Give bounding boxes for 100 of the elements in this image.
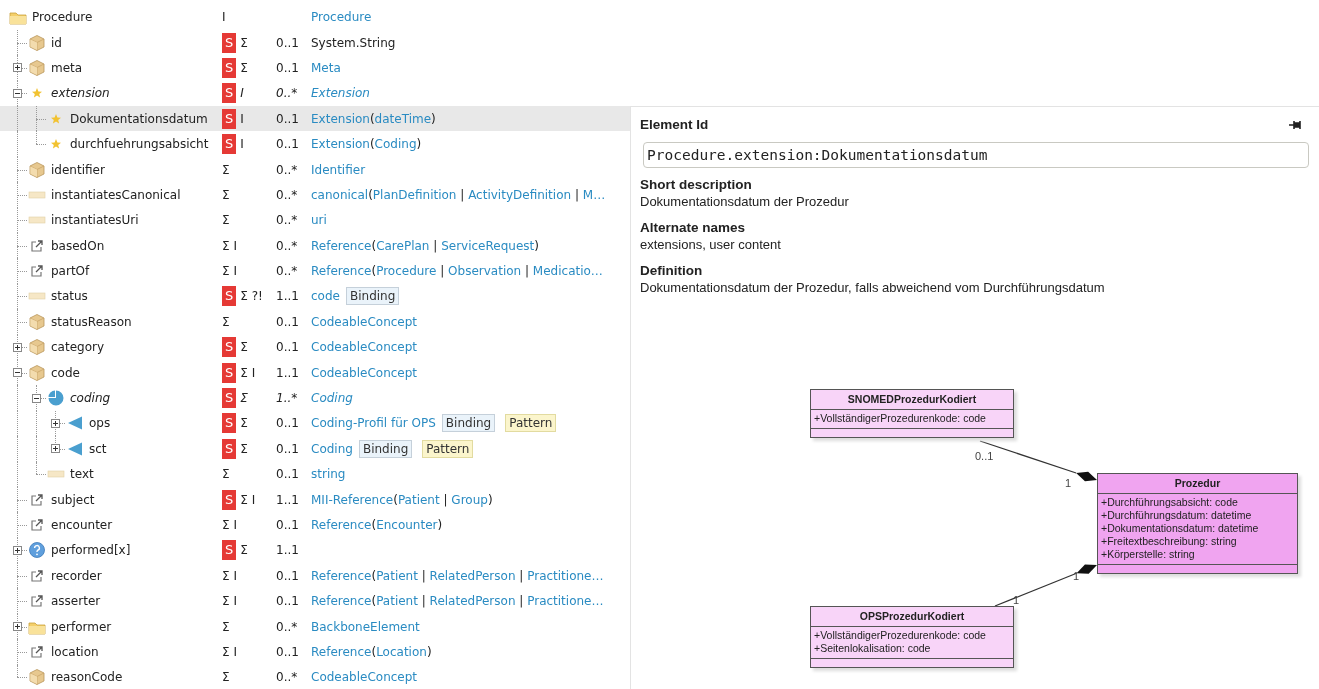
tree-row[interactable]: ops S Σ 0..1 Coding-Profil für OPS Binding Pattern	[0, 410, 630, 437]
expand-toggle[interactable]	[13, 545, 22, 555]
type-link[interactable]: RelatedPerson	[429, 594, 516, 609]
class-attribute: +Seitenlokalisation: code	[814, 642, 932, 655]
type-link[interactable]: Patient	[376, 594, 418, 609]
type-link[interactable]: Extension	[311, 137, 370, 152]
data-type: Reference(Encounter)	[311, 518, 443, 532]
tree-row[interactable]: performer Σ 0..* BackboneElement	[0, 613, 630, 640]
type-link[interactable]: ActivityDefinition	[468, 187, 572, 202]
tree-row[interactable]: recorder Σ I 0..1 Reference(Patient | RelatedPerson | Practitione…	[0, 563, 630, 589]
tree-row[interactable]: instantiatesUri Σ 0..* uri	[0, 207, 630, 233]
type-link[interactable]: string	[311, 467, 346, 482]
type-link[interactable]: CarePlan	[376, 238, 430, 253]
type-link[interactable]: canonical	[311, 187, 369, 202]
expand-toggle[interactable]	[51, 418, 60, 428]
expand-toggle[interactable]	[13, 342, 22, 352]
expand-toggle[interactable]	[51, 444, 60, 454]
type-link[interactable]: Extension	[311, 111, 370, 126]
pin-icon[interactable]	[1289, 119, 1303, 130]
tree-row[interactable]: sct S Σ 0..1 Coding Binding Pattern	[0, 436, 630, 462]
type-link[interactable]: Identifier	[311, 162, 366, 177]
pattern-tag[interactable]: Pattern	[422, 439, 474, 458]
type-link[interactable]: Observation	[448, 264, 522, 279]
tree-row[interactable]: basedOn Σ I 0..* Reference(CarePlan | ServiceRequest)	[0, 233, 630, 259]
element-name: sct	[89, 441, 107, 456]
type-link[interactable]: Reference	[311, 644, 372, 659]
must-support-flag: S	[222, 362, 237, 383]
collapse-toggle[interactable]	[13, 88, 22, 98]
tree-row[interactable]: code S Σ I 1..1 CodeableConcept	[0, 359, 630, 386]
expand-toggle[interactable]	[13, 63, 22, 73]
type-link[interactable]: Coding	[311, 391, 353, 406]
type-link[interactable]: ServiceRequest	[441, 238, 535, 253]
class-attribute: +Durchführungsabsicht: code	[1101, 496, 1239, 509]
type-link[interactable]: Reference	[311, 594, 372, 609]
tree-row[interactable]: instantiatesCanonical Σ 0..* canonical(PlanDefinition | ActivityDefinition | M…	[0, 182, 630, 208]
type-link[interactable]: Reference	[311, 264, 372, 279]
section-text: extensions, user content	[640, 236, 782, 253]
tree-row[interactable]: location Σ I 0..1 Reference(Location)	[0, 639, 630, 665]
type-link[interactable]: M…	[582, 187, 606, 202]
type-link[interactable]: BackboneElement	[311, 619, 420, 634]
tree-row[interactable]: asserter Σ I 0..1 Reference(Patient | RelatedPerson | Practitione…	[0, 588, 630, 614]
tree-row[interactable]: id S Σ 0..1 System.String	[0, 29, 630, 56]
element-name: category	[51, 340, 105, 355]
tree-row[interactable]: meta S Σ 0..1 Meta	[0, 55, 630, 81]
type-link[interactable]: PlanDefinition	[372, 187, 457, 202]
tree-row[interactable]: Dokumentationsdatum S I 0..1 Extension(dateTime)	[0, 106, 630, 132]
tree-row[interactable]: text Σ 0..1 string	[0, 461, 630, 487]
tree-row[interactable]: durchfuehrungsabsicht S I 0..1 Extension(Coding)	[0, 131, 630, 157]
tree-row[interactable]: reasonCode Σ 0..* CodeableConcept	[0, 664, 630, 689]
type-link[interactable]: Reference	[311, 238, 372, 253]
collapse-toggle[interactable]	[32, 393, 41, 403]
type-link[interactable]: Extension	[311, 86, 370, 101]
type-link[interactable]: CodeableConcept	[311, 365, 418, 380]
type-link[interactable]: dateTime	[374, 111, 432, 126]
type-link[interactable]: Practitione…	[527, 594, 604, 609]
type-link[interactable]: CodeableConcept	[311, 340, 418, 355]
tree-row[interactable]: status S Σ ?! 1..1 code Binding	[0, 283, 630, 310]
type-link[interactable]: code	[311, 289, 340, 304]
type-link[interactable]: Group	[451, 492, 488, 507]
tree-row[interactable]: identifier Σ 0..* Identifier	[0, 156, 630, 183]
type-link[interactable]: Coding	[311, 441, 353, 456]
tree-row[interactable]: category S Σ 0..1 CodeableConcept	[0, 334, 630, 360]
binding-tag[interactable]: Binding	[441, 414, 496, 433]
type-link[interactable]: uri	[311, 213, 327, 228]
type-link[interactable]: Procedure	[376, 264, 437, 279]
tree-row[interactable]: performed[x] S Σ 1..1	[0, 537, 630, 564]
type-link[interactable]: RelatedPerson	[429, 568, 516, 583]
tree-row[interactable]: subject S Σ I 1..1 MII-Reference(Patient | Group)	[0, 486, 630, 513]
must-support-flag: S	[222, 489, 237, 510]
type-link[interactable]: Practitione…	[527, 568, 604, 583]
type-link[interactable]: Coding-Profil für OPS	[311, 416, 436, 431]
type-link[interactable]: Reference	[311, 568, 372, 583]
data-type: System.String	[311, 35, 396, 50]
type-link[interactable]: Coding	[374, 137, 417, 152]
flag-text: Σ I	[240, 365, 256, 380]
flag-text: Σ I	[222, 568, 237, 583]
tree-row[interactable]: encounter Σ I 0..1 Reference(Encounter)	[0, 512, 630, 538]
type-link[interactable]: Medicatio…	[532, 264, 603, 279]
tree-row[interactable]: statusReason Σ 0..1 CodeableConcept	[0, 309, 630, 335]
element-id-field[interactable]: Procedure.extension:Dokumentationsdatum	[643, 142, 1309, 168]
class-name: SNOMEDProzedurKodiert	[811, 390, 1013, 410]
tree-row[interactable]: Procedure I Procedure	[0, 4, 630, 30]
flag-text: Σ	[222, 213, 230, 228]
type-link[interactable]: MII-Reference	[311, 492, 394, 507]
type-link[interactable]: Encounter	[376, 518, 438, 532]
binding-tag[interactable]: Binding	[358, 439, 413, 458]
type-link[interactable]: Location	[376, 644, 427, 659]
collapse-toggle[interactable]	[13, 368, 22, 378]
type-link[interactable]: Meta	[311, 60, 341, 75]
type-link[interactable]: Reference	[311, 518, 372, 532]
type-link[interactable]: CodeableConcept	[311, 314, 418, 329]
type-link[interactable]: Patient	[376, 568, 418, 583]
type-link[interactable]: CodeableConcept	[311, 670, 418, 685]
type-link[interactable]: Procedure	[311, 10, 372, 25]
binding-tag[interactable]: Binding	[345, 287, 400, 306]
expand-toggle[interactable]	[13, 622, 22, 632]
tree-row[interactable]: partOf Σ I 0..* Reference(Procedure | Observation | Medicatio…	[0, 258, 630, 284]
type-link[interactable]: Patient	[397, 492, 440, 507]
tree-row[interactable]: coding S Σ 1..* Coding	[0, 385, 630, 411]
pattern-tag[interactable]: Pattern	[505, 414, 557, 433]
